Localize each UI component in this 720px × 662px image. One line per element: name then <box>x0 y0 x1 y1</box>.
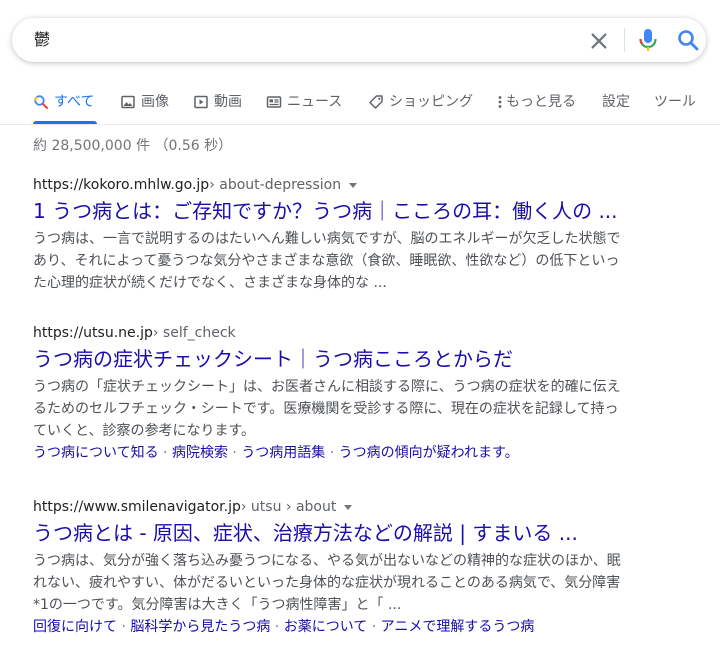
result-path: › about-depression <box>209 177 342 193</box>
search-divider <box>624 28 625 52</box>
search-icon <box>34 95 48 109</box>
tab-shopping[interactable]: ショッピング <box>368 92 473 124</box>
sitelinks: 回復に向けて · 脳科学から見たうつ病 · お薬について · アニメで理解するう… <box>33 616 633 638</box>
news-icon <box>266 96 282 108</box>
tabs-divider <box>0 124 720 125</box>
tab-more[interactable]: もっと見る <box>497 92 576 124</box>
tab-tools[interactable]: ツール <box>654 92 696 124</box>
tab-videos[interactable]: 動画 <box>193 92 242 124</box>
tab-settings[interactable]: 設定 <box>602 92 630 124</box>
tab-label: 動画 <box>214 94 242 110</box>
tab-label: ニュース <box>287 94 343 110</box>
sitelink-separator: · <box>325 445 339 461</box>
tab-label: ツール <box>654 94 696 110</box>
result-url[interactable]: https://utsu.ne.jp › self_check <box>33 324 633 342</box>
result-snippet: うつ病は、気分が強く落ち込み憂うつになる、やる気が出ないなどの精神的な症状のほか… <box>33 553 621 613</box>
result-url[interactable]: https://kokoro.mhlw.go.jp › about-depres… <box>33 176 633 194</box>
result-domain: https://www.smilenavigator.jp <box>33 499 241 515</box>
sitelink-separator: · <box>227 445 242 461</box>
result-title[interactable]: うつ病とは - 原因、症状、治療方法などの解説 | すまいる ... <box>33 520 633 546</box>
sitelink[interactable]: うつ病について知る <box>33 445 159 461</box>
sitelink[interactable]: 回復に向けて <box>33 619 117 635</box>
microphone-icon[interactable] <box>638 28 658 52</box>
sitelink[interactable]: 脳科学から見たうつ病 <box>130 619 270 635</box>
result-snippet: うつ病の「症状チェックシート」は、お医者さんに相談する際に、うつ病の症状を的確に… <box>33 379 621 439</box>
tab-label: もっと見る <box>506 94 576 110</box>
tab-images[interactable]: 画像 <box>120 92 169 124</box>
tab-news[interactable]: ニュース <box>266 92 342 124</box>
tab-label: 設定 <box>602 94 630 110</box>
tab-all[interactable]: すべて <box>33 92 94 124</box>
close-icon[interactable] <box>588 30 610 52</box>
sitelink-separator: · <box>158 445 172 461</box>
sitelink[interactable]: うつ病用語集 <box>241 445 325 461</box>
search-tabs: すべて 画像 動画 ニュース ショッピング もっと見る 設定 ツール <box>0 84 720 124</box>
result-path: › utsu › about <box>240 499 337 515</box>
sitelink[interactable]: 病院検索 <box>172 445 228 461</box>
tab-label: ショッピング <box>389 94 473 110</box>
search-input[interactable]: 鬱 <box>34 29 50 51</box>
search-box[interactable]: 鬱 <box>12 18 706 62</box>
image-icon <box>121 95 135 109</box>
sitelinks: うつ病について知る · 病院検索 · うつ病用語集 · うつ病の傾向が疑われます… <box>33 442 633 464</box>
chevron-down-icon[interactable] <box>344 504 353 510</box>
search-icon[interactable] <box>676 28 700 52</box>
sitelink-separator: · <box>367 619 381 635</box>
sitelink[interactable]: うつ病の傾向が疑われます。 <box>339 445 519 461</box>
tab-label: 画像 <box>141 94 169 110</box>
sitelink[interactable]: アニメで理解するうつ病 <box>381 619 535 635</box>
chevron-down-icon[interactable] <box>349 182 358 188</box>
search-result: https://utsu.ne.jp › self_check うつ病の症状チェ… <box>33 324 633 464</box>
result-url[interactable]: https://www.smilenavigator.jp › utsu › a… <box>33 498 633 516</box>
search-result: https://www.smilenavigator.jp › utsu › a… <box>33 498 633 638</box>
result-snippet: うつ病は、一言で説明するのはたいへん難しい病気ですが、脳のエネルギーが欠乏した状… <box>33 231 621 291</box>
result-path: › self_check <box>152 325 236 341</box>
result-domain: https://utsu.ne.jp <box>33 325 153 341</box>
more-vert-icon <box>498 96 502 108</box>
result-stats: 約 28,500,000 件 （0.56 秒） <box>33 138 233 154</box>
result-title[interactable]: 1 うつ病とは：ご存知ですか？うつ病｜こころの耳：働く人の ... <box>33 198 633 224</box>
tab-label: すべて <box>54 94 95 110</box>
tag-icon <box>369 95 383 109</box>
sitelink-separator: · <box>117 619 131 635</box>
sitelink[interactable]: お薬について <box>284 619 368 635</box>
result-domain: https://kokoro.mhlw.go.jp <box>33 177 210 193</box>
sitelink-separator: · <box>270 619 284 635</box>
play-icon <box>194 95 208 109</box>
search-result: https://kokoro.mhlw.go.jp › about-depres… <box>33 176 633 294</box>
result-title[interactable]: うつ病の症状チェックシート｜うつ病こころとからだ <box>33 346 633 372</box>
